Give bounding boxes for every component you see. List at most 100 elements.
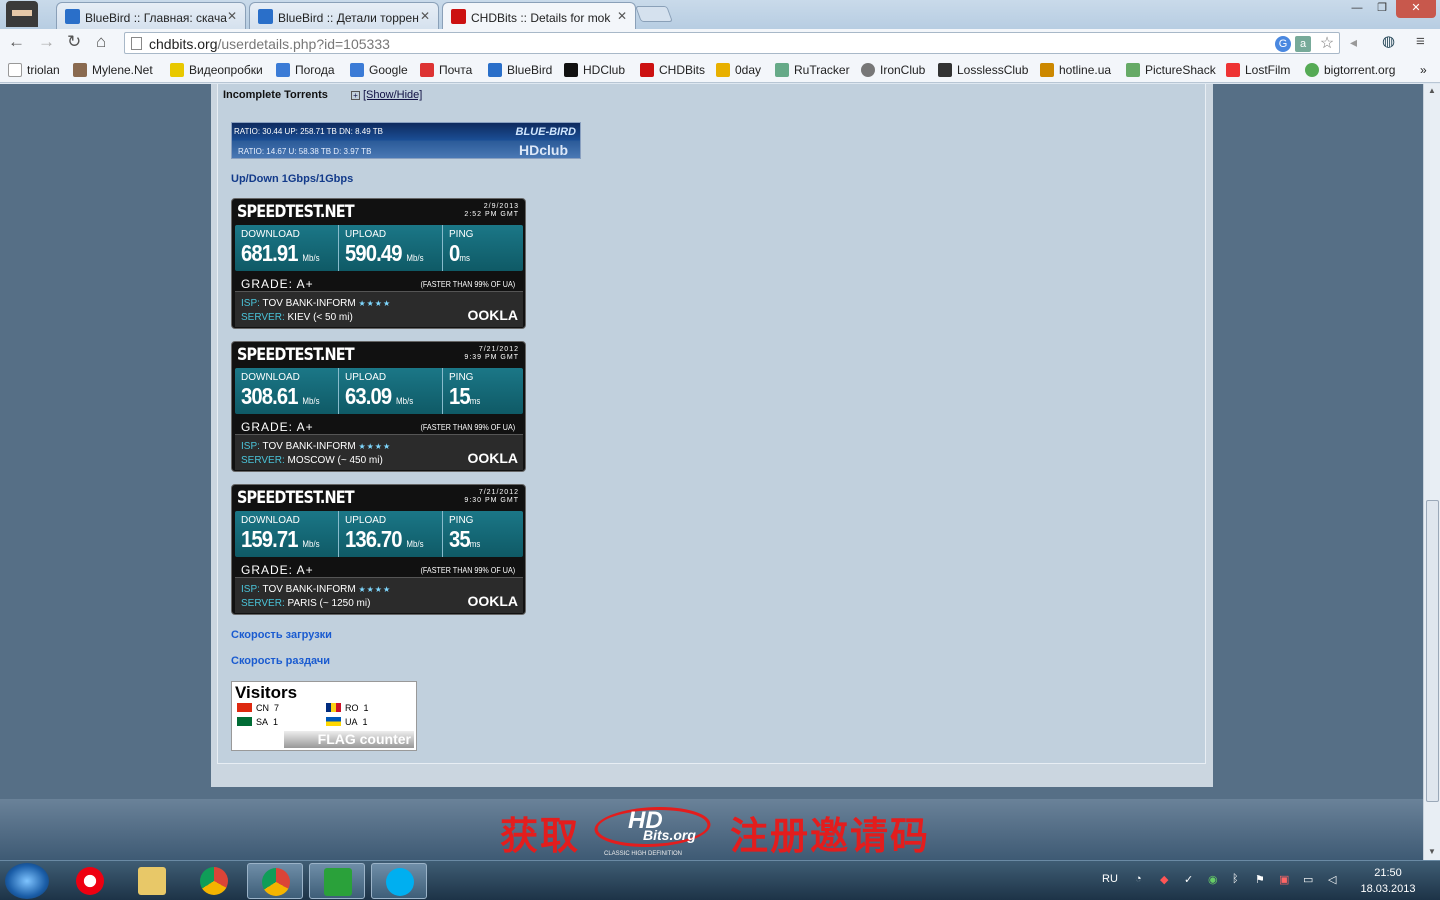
taskbar-utorrent[interactable] (309, 863, 365, 899)
download-value: 159.71 Mb/s (241, 526, 320, 553)
back-arrow-icon[interactable]: ← (8, 33, 25, 51)
server-value: PARIS (~ 1250 mi) (287, 598, 371, 609)
download-cell: DOWNLOAD 308.61 Mb/s (235, 368, 339, 414)
hotline-favicon-icon (1040, 63, 1054, 77)
bookmark-0day[interactable]: 0day (716, 63, 761, 77)
bookmark-hotline[interactable]: hotline.ua (1040, 63, 1111, 77)
expand-icon[interactable]: + (351, 91, 360, 100)
minimize-button[interactable]: — (1345, 0, 1369, 18)
bookmark-triolan[interactable]: triolan (8, 63, 60, 77)
chrome-profile-avatar-icon[interactable] (6, 1, 38, 27)
taskbar-opera[interactable] (62, 863, 118, 899)
ping-cell: PING 0ms (443, 225, 523, 271)
bluebird-ratio-line: RATIO: 30.44 UP: 258.71 TB DN: 8.49 TB (234, 127, 383, 136)
tab-close-icon[interactable]: ✕ (617, 9, 627, 23)
bookmark-chdbits[interactable]: CHDBits (640, 63, 705, 77)
bookmark-pogoda[interactable]: Погода (276, 63, 335, 77)
url-text: chdbits.org/userdetails.php?id=105333 (149, 36, 390, 52)
action-center-flag-icon[interactable]: ⚑ (1255, 873, 1265, 886)
taskbar-chrome[interactable] (186, 863, 242, 899)
url-host: chdbits.org (149, 36, 218, 52)
translate-icon[interactable]: a (1295, 36, 1311, 52)
new-tab-button[interactable] (635, 6, 673, 22)
pictureshack-favicon-icon (1126, 63, 1140, 77)
bookmark-bigtorrent[interactable]: bigtorrent.org (1305, 63, 1395, 77)
scrollbar-thumb[interactable] (1426, 500, 1439, 802)
close-window-button[interactable]: ✕ (1396, 0, 1436, 18)
ping-number: 0 (449, 240, 460, 266)
chdbits-favicon-icon (451, 9, 466, 24)
bookmark-rutracker[interactable]: RuTracker (775, 63, 850, 77)
tab-bluebird-details[interactable]: BlueBird :: Детали торрен ✕ (249, 2, 439, 29)
bookmark-mylene[interactable]: Mylene.Net (73, 63, 153, 77)
bookmark-hdclub[interactable]: HDClub (564, 63, 625, 77)
bookmark-lostfilm[interactable]: LostFilm (1226, 63, 1290, 77)
volume-icon[interactable]: ◁ (1328, 873, 1336, 886)
bluetooth-icon[interactable]: ᛒ (1232, 873, 1239, 885)
bookmark-pochta[interactable]: Почта (420, 63, 472, 77)
taskbar-explorer[interactable] (124, 863, 180, 899)
tab-bluebird-main[interactable]: BlueBird :: Главная: скача ✕ (56, 2, 246, 29)
bookmark-ironclub[interactable]: IronClub (861, 63, 925, 77)
saudi-flag-icon (237, 717, 252, 726)
opera-icon (76, 867, 104, 895)
chdbits-invite-banner[interactable]: 获取 HD Bits.org CLASSIC HIGH DEFINITION 注… (0, 799, 1423, 860)
rutracker-favicon-icon (775, 63, 789, 77)
globe-extension-icon[interactable]: ◍ (1382, 33, 1395, 51)
bookmark-star-icon[interactable]: ☆ (1319, 36, 1335, 52)
bookmark-label: HDClub (583, 63, 626, 77)
utorrent-icon (324, 868, 352, 896)
language-indicator[interactable]: RU (1102, 873, 1118, 885)
folder-icon (138, 867, 166, 895)
bookmark-google[interactable]: Google (350, 63, 408, 77)
vertical-scrollbar[interactable]: ▲ ▼ (1423, 84, 1440, 860)
scroll-up-arrow-icon[interactable]: ▲ (1428, 86, 1436, 95)
bluebird-favicon-icon (65, 9, 80, 24)
network-icon[interactable]: ▭ (1303, 873, 1313, 886)
isp-line: ISP: TOV BANK-INFORM ★★★★ (241, 298, 391, 309)
show-hide-toggle[interactable]: + [Show/Hide] (351, 89, 422, 101)
bookmark-pictureshack[interactable]: PictureShack (1126, 63, 1216, 77)
address-bar[interactable]: chdbits.org/userdetails.php?id=105333 G … (124, 32, 1340, 54)
home-icon[interactable]: ⌂ (96, 33, 106, 51)
scroll-down-arrow-icon[interactable]: ▼ (1428, 847, 1436, 856)
download-value: 308.61 Mb/s (241, 383, 320, 410)
speedtest-time: 2:52 PM GMT (464, 211, 519, 218)
upload-speed-link[interactable]: Скорость раздачи (231, 655, 330, 667)
taskbar-chrome-active[interactable] (247, 863, 303, 899)
taskbar-skype[interactable] (371, 863, 427, 899)
download-speed-link[interactable]: Скорость загрузки (231, 629, 332, 641)
extension-icon[interactable]: ◂ (1350, 33, 1357, 51)
maximize-button[interactable]: ❐ (1370, 0, 1394, 18)
tab-close-icon[interactable]: ✕ (420, 9, 430, 23)
tray-antivirus-icon[interactable]: ◆ (1160, 873, 1168, 886)
tab-chdbits-details[interactable]: CHDBits :: Details for mok ✕ (442, 2, 636, 29)
bookmark-videoprobki[interactable]: Видеопробки (170, 63, 263, 77)
tab-close-icon[interactable]: ✕ (227, 9, 237, 23)
speedtest-datetime: 7/21/2012 9:30 PM GMT (464, 489, 519, 505)
download-label: DOWNLOAD (241, 229, 300, 240)
reload-icon[interactable]: ↻ (67, 33, 81, 51)
speedtest-result-card[interactable]: SPEEDTEST.NET 7/21/2012 9:39 PM GMT DOWNL… (231, 341, 526, 472)
more-bookmarks-button[interactable]: » (1420, 63, 1427, 77)
start-button[interactable] (5, 863, 49, 899)
ping-label: PING (449, 515, 474, 526)
system-clock[interactable]: 21:50 18.03.2013 (1352, 865, 1424, 897)
flag-counter-widget[interactable]: Visitors CN 7 RO 1 SA 1 UA 1 FLAG counte… (231, 681, 417, 751)
page-viewport: Incomplete Torrents + [Show/Hide] RATIO: … (0, 84, 1423, 860)
forward-arrow-icon[interactable]: → (38, 33, 55, 51)
tray-check-icon[interactable]: ✓ (1184, 873, 1193, 886)
tray-sync-icon[interactable]: ◔ (1135, 873, 1142, 885)
lossless-favicon-icon (938, 63, 952, 77)
menu-icon[interactable]: ≡ (1416, 33, 1425, 51)
show-hide-label[interactable]: [Show/Hide] (363, 89, 422, 101)
tray-shield-icon[interactable]: ◉ (1208, 873, 1218, 886)
bookmark-bluebird[interactable]: BlueBird (488, 63, 552, 77)
unit-label: ms (469, 539, 481, 549)
speedtest-result-card[interactable]: SPEEDTEST.NET 2/9/2013 2:52 PM GMT DOWNLO… (231, 198, 526, 329)
google-icon[interactable]: G (1275, 36, 1291, 52)
visitor-row: RO 1 (326, 703, 369, 713)
tray-power-icon[interactable]: ▣ (1279, 873, 1289, 886)
speedtest-result-card[interactable]: SPEEDTEST.NET 7/21/2012 9:30 PM GMT DOWNL… (231, 484, 526, 615)
bookmark-losslessclub[interactable]: LosslessClub (938, 63, 1028, 77)
